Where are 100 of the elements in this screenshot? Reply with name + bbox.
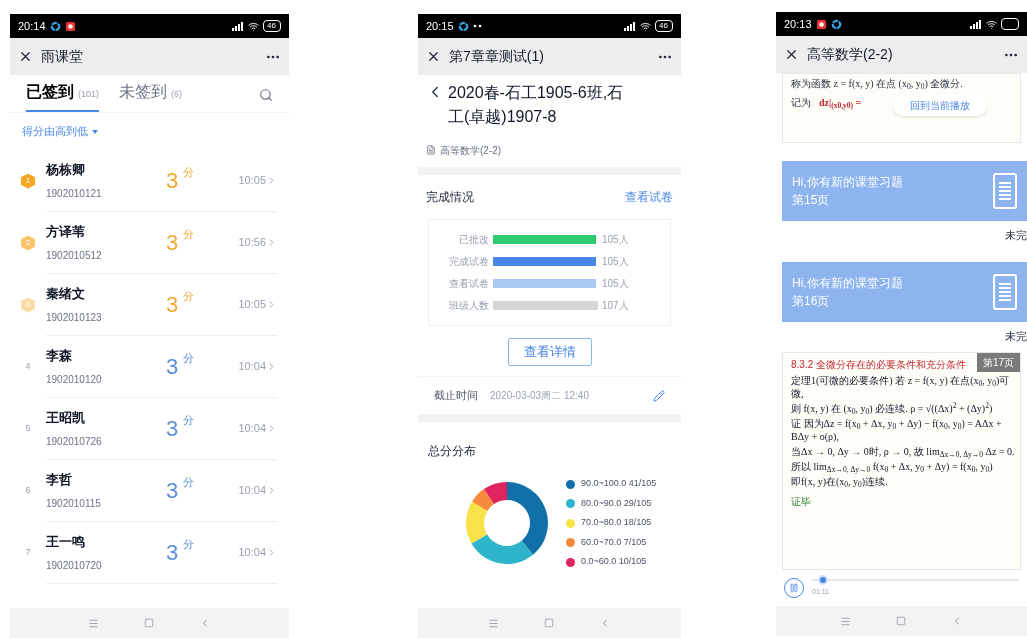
slide-text: 记为 xyxy=(791,96,811,110)
proof-end-mark: 证毕 xyxy=(791,496,811,507)
battery-icon: 46 xyxy=(263,20,281,32)
close-icon[interactable] xyxy=(784,47,799,62)
bar-label: 班级人数 xyxy=(448,299,489,313)
close-icon[interactable] xyxy=(426,49,441,64)
student-id: 1902010115 xyxy=(46,496,102,511)
bar-value: 105人 xyxy=(602,233,629,247)
bar-label: 已批改 xyxy=(458,233,489,247)
battery-icon xyxy=(1001,18,1019,30)
score: 3 分 xyxy=(166,475,196,505)
signal-icon xyxy=(970,19,982,29)
bar-value: 107人 xyxy=(602,299,629,313)
slide-text: 称为函数 z = f(x, y) 在点 (x$_{0}$, y$_{0}$) 全微分. xyxy=(791,77,964,91)
app-notification-icon xyxy=(49,20,61,32)
course-name: 高等数学(2-2) xyxy=(440,143,502,158)
resume-playback-button[interactable]: 回到当前播放 xyxy=(893,94,987,116)
slide-text: 即f(x, y)在(x$_{0}$, y$_{0}$)连续. xyxy=(791,475,889,488)
legend-label: 0.0~60.0 10/105 xyxy=(581,555,647,569)
legend-label: 70.0~80.0 18/105 xyxy=(581,516,652,530)
tab[interactable]: 已签到 (101) xyxy=(26,80,99,112)
student-id: 1902010512 xyxy=(46,248,103,263)
check-in-time: 10:05 xyxy=(238,297,266,313)
exercise-message: Hi,你有新的课堂习题 xyxy=(792,174,903,191)
sort-dropdown[interactable]: 得分由高到低 xyxy=(10,113,110,150)
score: 3 分 xyxy=(166,227,196,257)
bar-value: 105人 xyxy=(602,255,629,269)
menu-icon[interactable] xyxy=(840,615,851,627)
exercise-message: Hi,你有新的课堂习题 xyxy=(792,274,903,292)
document-icon xyxy=(426,145,436,155)
menu-icon[interactable] xyxy=(488,617,499,629)
student-name: 李森 xyxy=(46,347,73,366)
signal-icon xyxy=(624,21,636,31)
page-title: 高等数学(2-2) xyxy=(807,45,893,64)
student-id: 1902010720 xyxy=(46,558,103,573)
student-name: 王一鸣 xyxy=(46,533,86,552)
deadline-label: 截止时间 xyxy=(434,388,478,404)
score: 3 分 xyxy=(166,413,196,443)
signal-icon xyxy=(232,21,244,31)
score: 3 分 xyxy=(166,351,196,381)
student-row[interactable]: 1 杨栋卿 1902010121 3 分 10:05 xyxy=(10,150,289,212)
student-name: 秦绪文 xyxy=(46,285,86,304)
check-in-time: 10:05 xyxy=(238,173,266,189)
tab[interactable]: 未签到 (6) xyxy=(119,80,182,112)
section-title: 完成情况 xyxy=(426,189,474,206)
slide-heading: 8.3.2 全微分存在的必要条件和充分条件 xyxy=(791,358,968,372)
page-title: 雨课堂 xyxy=(41,47,83,66)
section-title: 总分分布 xyxy=(428,444,476,458)
view-paper-link[interactable]: 查看试卷 xyxy=(625,188,673,206)
check-in-time: 10:04 xyxy=(238,545,266,561)
student-row[interactable]: 3 秦绪文 1902010123 3 分 10:05 xyxy=(10,274,289,336)
status-time: 20:14 xyxy=(18,18,46,34)
status-time: 20:13 xyxy=(784,16,812,32)
rank-badge: 2 xyxy=(21,235,35,251)
student-id: 1902010123 xyxy=(46,310,103,325)
progress-thumb[interactable] xyxy=(818,574,829,585)
view-details-button[interactable]: 查看详情 xyxy=(507,338,592,366)
bar-label: 查看试卷 xyxy=(448,277,489,291)
legend-label: 80.0~90.0 29/105 xyxy=(581,496,652,510)
document-icon xyxy=(993,273,1017,310)
score: 3 分 xyxy=(166,289,196,319)
pause-icon xyxy=(789,583,799,593)
student-row[interactable]: 4 李森 1902010120 3 分 10:04 xyxy=(10,336,289,398)
legend-label: 60.0~70.0 7/105 xyxy=(581,535,647,549)
wifi-icon xyxy=(640,20,651,32)
more-notifications-icon xyxy=(472,24,483,28)
student-row[interactable]: 7 王一鸣 1902010720 3 分 10:04 xyxy=(10,522,289,584)
bar-value: 105人 xyxy=(602,277,629,291)
menu-icon[interactable] xyxy=(88,617,99,629)
edit-icon[interactable] xyxy=(653,389,665,402)
bar-label: 完成试卷 xyxy=(448,255,489,269)
battery-icon: 46 xyxy=(655,20,673,32)
app-notification-icon xyxy=(815,18,827,30)
class-title: 2020春-石工1905-6班,石工(卓越)1907-8 xyxy=(448,83,625,127)
score: 3 分 xyxy=(166,537,196,567)
search-icon[interactable] xyxy=(259,88,273,102)
check-in-time: 10:56 xyxy=(238,235,266,251)
student-row[interactable]: 2 方译苇 1902010512 3 分 10:56 xyxy=(10,212,289,274)
check-in-time: 10:04 xyxy=(238,483,266,499)
slide-text: 定理1(可微的必要条件) 若 z = f(x, y) 在点(x$_{0}$, y$_{0}$)可微, xyxy=(791,374,1011,400)
slide-text: 所以 lim$_{Δx→0, Δy→0}$ f(x$_{0}$ + Δx, y$_{0}$ + Δy) = f(x$_{0}$, y$_{0}$) xyxy=(791,460,994,473)
close-icon[interactable] xyxy=(18,49,33,64)
student-id: 1902010726 xyxy=(46,434,103,449)
rank-number: 4 xyxy=(25,360,31,374)
slide-text: 证 因为Δz = f(x$_{0}$ + Δx, y$_{0}$ + Δy) − f(x$_{0}$, y$_{0}$) = AΔx + BΔy + o(ρ), xyxy=(791,417,1003,443)
student-row[interactable]: 6 李哲 1902010115 3 分 10:04 xyxy=(10,460,289,522)
check-in-time: 10:04 xyxy=(238,359,266,375)
student-row[interactable]: 5 王昭凯 1902010726 3 分 10:04 xyxy=(10,398,289,460)
student-name: 杨栋卿 xyxy=(46,161,86,180)
rank-badge: 3 xyxy=(21,297,35,313)
student-name: 李哲 xyxy=(46,471,73,490)
page-title: 第7章章测试(1) xyxy=(449,47,544,66)
rank-number: 6 xyxy=(25,484,31,498)
slide-text: 则 f(x, y) 在 (x$_{0}$, y$_{0}$) 必连续. ρ = √((Δx)$^{2}$ + (Δy)$^{2}$) xyxy=(791,402,994,415)
exercise-page: 第16页 xyxy=(792,292,831,310)
slide-text: 当Δx → 0, Δy → 0时, ρ → 0, 故 lim$_{Δx→0, Δy→0}$ Δz = 0. xyxy=(791,445,1016,458)
student-id: 1902010121 xyxy=(46,186,103,201)
document-icon xyxy=(993,173,1017,209)
exercise-status: 未完 xyxy=(1005,328,1027,344)
rank-number: 5 xyxy=(25,422,31,436)
